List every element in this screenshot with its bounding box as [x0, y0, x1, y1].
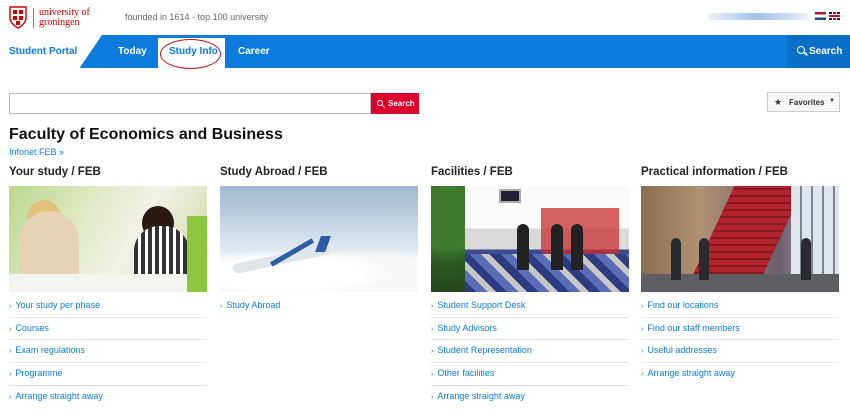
chevron-right-icon: ›: [220, 303, 223, 310]
search-icon: [377, 100, 383, 106]
chevron-right-icon: ›: [431, 303, 434, 310]
student-portal-label[interactable]: Student Portal: [9, 46, 77, 57]
dutch-flag-icon[interactable]: [815, 12, 826, 20]
list-item[interactable]: › Useful addresses: [641, 340, 839, 364]
logo-line-2: groningen: [39, 16, 80, 28]
column-title: Study Abroad / FEB: [220, 166, 328, 178]
chevron-right-icon: ›: [9, 371, 12, 379]
list-item[interactable]: › Arrange straight away: [431, 386, 629, 409]
list-item[interactable]: › Exam regulations: [9, 340, 207, 364]
english-flag-icon[interactable]: [829, 12, 840, 20]
nav-search-label: Search: [809, 46, 843, 57]
column-title: Practical information / FEB: [641, 166, 788, 178]
chevron-right-icon: ›: [641, 371, 644, 379]
chevron-right-icon: ›: [431, 393, 434, 401]
chevron-right-icon: ›: [431, 348, 434, 356]
building-interior-photo[interactable]: [641, 186, 839, 292]
column-your-study: Your study / FEB › Your study per phase ›…: [9, 166, 207, 408]
list-item[interactable]: › Arrange straight away: [9, 386, 207, 409]
column-facilities: Facilities / FEB › Student Support Desk ›…: [431, 166, 629, 408]
column-title: Facilities / FEB: [431, 166, 513, 178]
list-item[interactable]: › Student Support Desk: [431, 295, 629, 318]
list-item[interactable]: › Programme: [9, 363, 207, 386]
chevron-right-icon: ›: [9, 303, 12, 310]
link-list: › Study Abroad: [220, 295, 418, 318]
column-study-abroad: Study Abroad / FEB › Study Abroad: [220, 166, 418, 318]
facilities-photo[interactable]: [431, 186, 629, 292]
list-item[interactable]: › Arrange straight away: [641, 363, 839, 386]
link-list: › Find our locations › Find our staff memb…: [641, 295, 839, 386]
logo-divider: [33, 7, 34, 28]
logo-text: university of groningen: [39, 6, 90, 28]
link-list: › Student Support Desk › Study Advisors › S…: [431, 295, 629, 408]
chevron-right-icon: ›: [9, 325, 12, 333]
user-name-blurred[interactable]: [708, 13, 808, 20]
list-item[interactable]: › Study Abroad: [220, 295, 418, 318]
infonet-link[interactable]: Infonet FEB »: [9, 147, 64, 157]
link-list: › Your study per phase › Courses › Exam reg…: [9, 295, 207, 408]
nav-item-career[interactable]: Career: [238, 46, 270, 57]
chevron-right-icon: ›: [641, 325, 644, 333]
chevron-right-icon: ›: [9, 348, 12, 356]
chevron-right-icon: ›: [9, 393, 12, 401]
highlight-circle-annotation: [160, 39, 221, 69]
search-icon: [797, 46, 805, 54]
list-item[interactable]: › Courses: [9, 318, 207, 341]
university-logo[interactable]: university of groningen: [9, 6, 90, 29]
main-navigation: Student Portal Today Study Info Career S…: [0, 35, 850, 68]
column-title: Your study / FEB: [9, 166, 101, 178]
search-button[interactable]: Search: [371, 93, 419, 114]
logo-line-1: university of: [39, 6, 90, 18]
students-photo[interactable]: [9, 186, 207, 292]
list-item[interactable]: › Study Advisors: [431, 318, 629, 341]
search-input[interactable]: [9, 93, 371, 114]
chevron-right-icon: ›: [431, 371, 434, 379]
list-item[interactable]: › Other facilities: [431, 363, 629, 386]
chevron-right-icon: ›: [431, 325, 434, 333]
page-title: Faculty of Economics and Business: [9, 126, 283, 143]
column-practical-information: Practical information / FEB › Find our lo…: [641, 166, 839, 386]
favorites-button[interactable]: ★ Favorites ▼: [767, 92, 840, 112]
list-item[interactable]: › Student Representation: [431, 340, 629, 364]
university-crest-icon: [9, 6, 27, 29]
chevron-right-icon: ›: [641, 348, 644, 356]
search-button-label: Search: [388, 99, 415, 108]
favorites-label: Favorites: [789, 98, 825, 107]
nav-item-today[interactable]: Today: [118, 46, 147, 57]
caret-down-icon: ▼: [829, 98, 835, 104]
list-item[interactable]: › Find our staff members: [641, 318, 839, 341]
chevron-right-icon: ›: [641, 303, 644, 310]
star-icon: ★: [774, 97, 783, 107]
top-bar: university of groningen founded in 1614 …: [0, 0, 850, 35]
list-item[interactable]: › Find our locations: [641, 295, 839, 318]
list-item[interactable]: › Your study per phase: [9, 295, 207, 318]
airplane-photo[interactable]: [220, 186, 418, 292]
tagline: founded in 1614 - top 100 university: [125, 12, 269, 22]
nav-search-button[interactable]: Search: [787, 35, 850, 68]
